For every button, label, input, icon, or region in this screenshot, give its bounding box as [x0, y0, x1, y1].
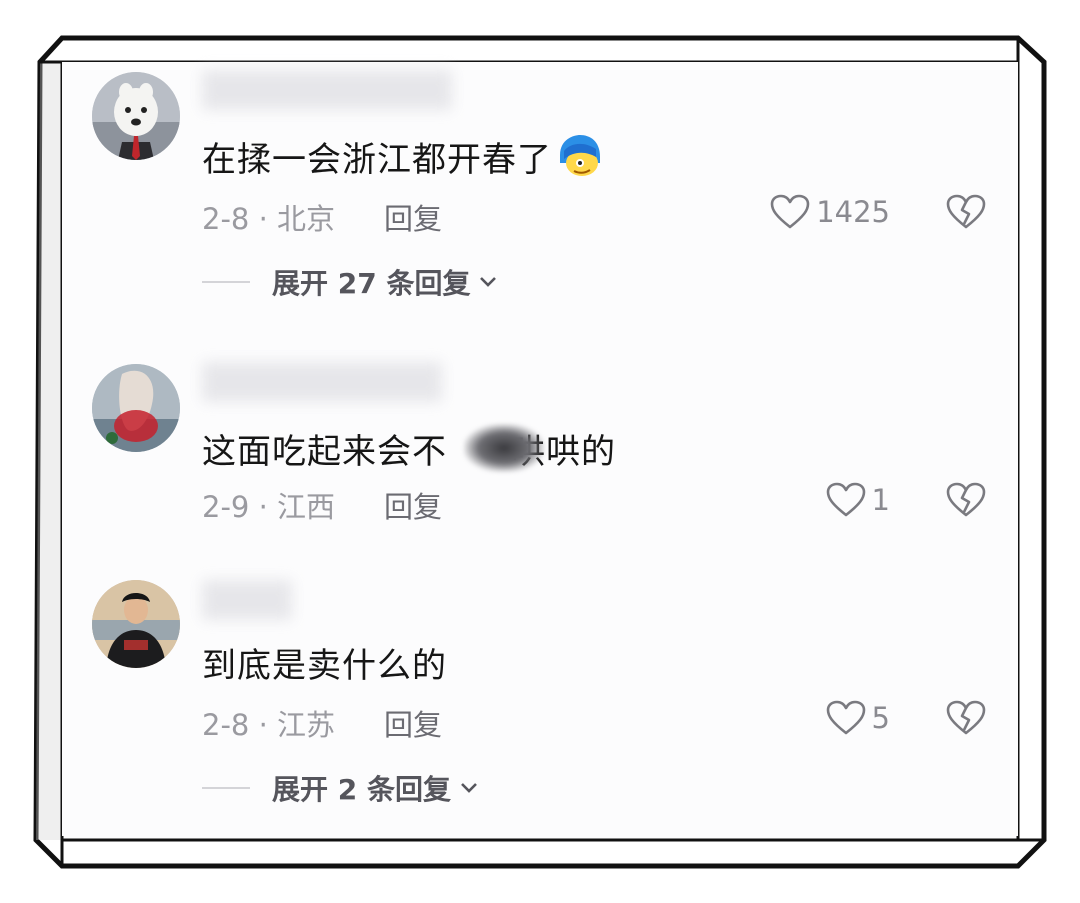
broken-heart-icon [946, 700, 986, 735]
divider-line [202, 281, 250, 283]
username-blurred [202, 362, 442, 402]
like-button[interactable]: 5 [826, 700, 890, 736]
expand-replies-button[interactable]: 展开 2 条回复 [202, 768, 479, 808]
reply-button[interactable]: 回复 [384, 484, 442, 526]
chevron-down-icon [461, 783, 477, 793]
like-count: 1 [871, 483, 890, 517]
chevron-down-icon [480, 277, 497, 287]
censored-text-blur [464, 424, 544, 472]
avatar[interactable] [92, 580, 180, 668]
expand-replies-label: 展开 2 条回复 [272, 773, 451, 806]
username-blurred [202, 580, 292, 620]
like-count: 5 [871, 701, 890, 735]
broken-heart-icon [946, 194, 986, 229]
username-blurred [202, 70, 452, 110]
dislike-button[interactable] [946, 194, 986, 230]
heart-outline-icon [826, 700, 865, 735]
dislike-button[interactable] [946, 700, 986, 736]
comment-date-location: 2-8 · 北京 [202, 202, 336, 236]
broken-heart-icon [946, 482, 986, 517]
comment-text: 在揉一会浙江都开春了 [202, 132, 602, 181]
reply-button[interactable]: 回复 [384, 196, 442, 238]
divider-line [202, 787, 250, 789]
blurred-photo-avatar-image [92, 364, 180, 452]
dislike-button[interactable] [946, 482, 986, 518]
comment-date-location: 2-8 · 江苏 [202, 708, 336, 742]
comment-text: 这面吃起来会不 哄哄的 [202, 432, 616, 472]
expand-replies-button[interactable]: 展开 27 条回复 [202, 262, 498, 302]
like-count: 1425 [816, 195, 890, 229]
person-photo-avatar-image [92, 580, 180, 668]
reply-button[interactable]: 回复 [384, 702, 442, 744]
comment-date-location: 2-9 · 江西 [202, 490, 336, 524]
avatar[interactable] [92, 364, 180, 452]
dog-mascot-avatar-image [92, 72, 180, 160]
avatar[interactable] [92, 72, 180, 160]
expand-replies-label: 展开 27 条回复 [272, 267, 471, 300]
like-button[interactable]: 1 [826, 482, 890, 518]
heart-outline-icon [826, 482, 865, 517]
blue-hair-face-emoji-icon [560, 135, 600, 176]
heart-outline-icon [770, 194, 810, 229]
like-button[interactable]: 1425 [770, 194, 890, 230]
comment-list: 在揉一会浙江都开春了 2-8 · 北京 回复 1425 展开 27 条回复 这面… [62, 62, 1018, 836]
comment-text: 到底是卖什么的 [202, 646, 447, 686]
